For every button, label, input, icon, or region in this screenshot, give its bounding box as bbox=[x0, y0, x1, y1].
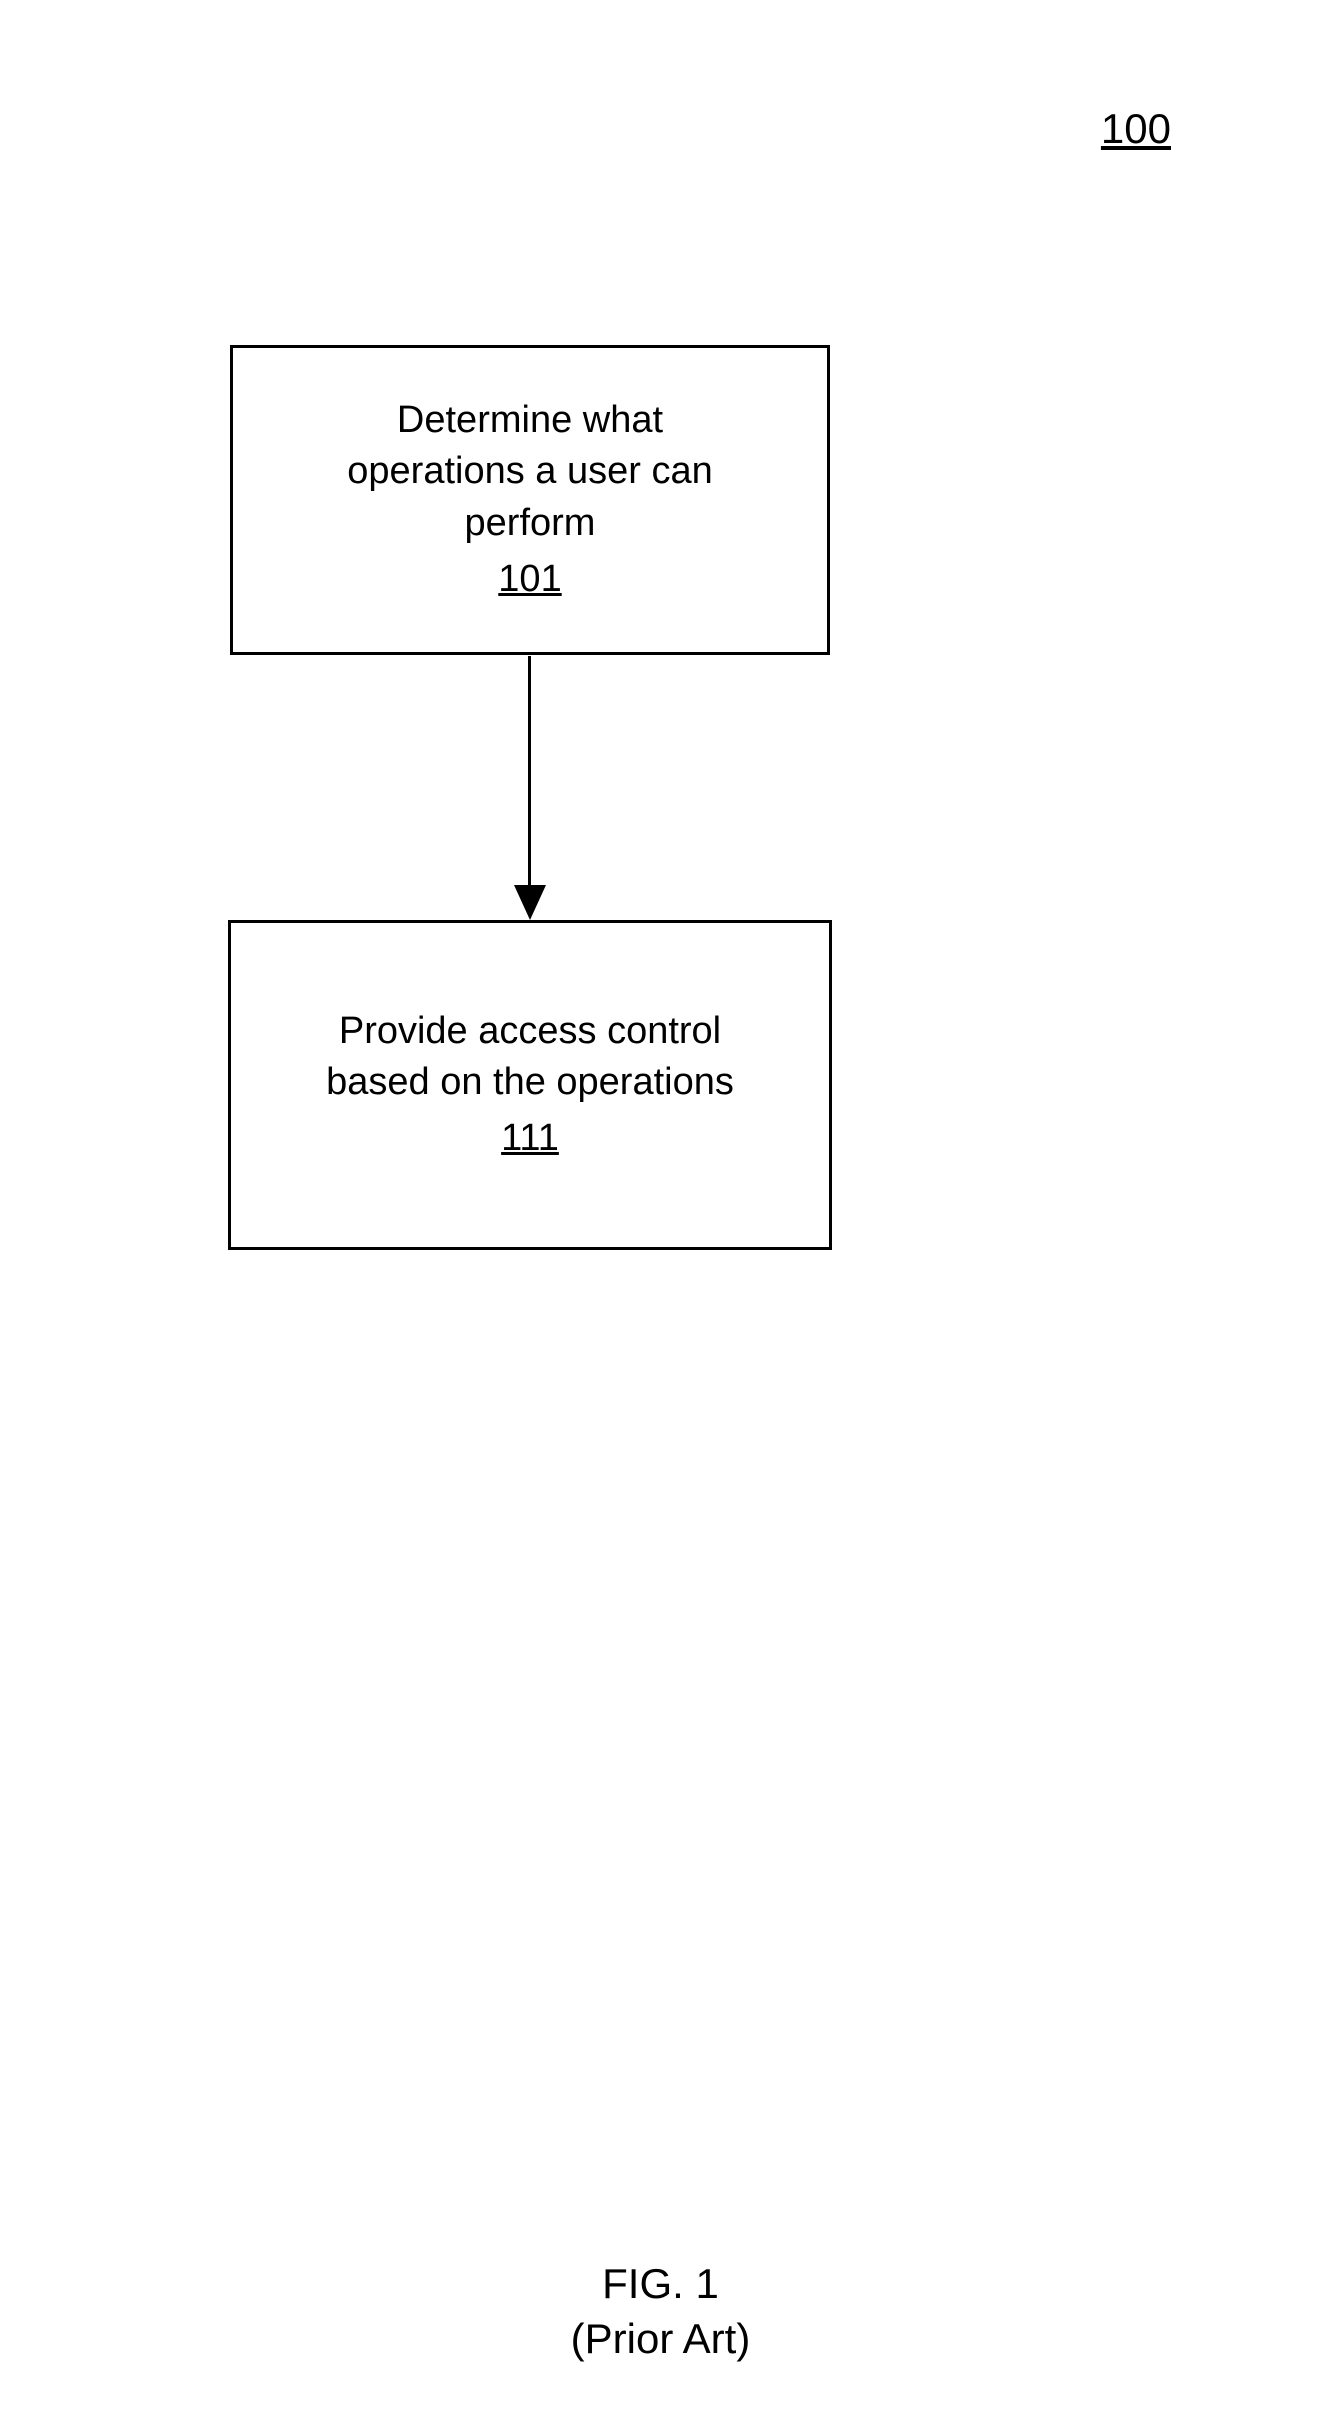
box-111-text: Provide access controlbased on the opera… bbox=[326, 1006, 734, 1109]
arrow-head-icon bbox=[514, 885, 546, 920]
box-101-ref: 101 bbox=[498, 554, 561, 605]
flowchart-box-101: Determine whatoperations a user canperfo… bbox=[230, 345, 830, 655]
box-101-text: Determine whatoperations a user canperfo… bbox=[347, 395, 712, 549]
flowchart-box-111: Provide access controlbased on the opera… bbox=[228, 920, 832, 1250]
figure-number-label: 100 bbox=[1101, 105, 1171, 153]
box-111-ref: 111 bbox=[501, 1113, 559, 1164]
prior-art-caption: (Prior Art) bbox=[0, 2315, 1321, 2363]
figure-caption: FIG. 1 bbox=[0, 2260, 1321, 2308]
arrow-line bbox=[528, 656, 531, 891]
